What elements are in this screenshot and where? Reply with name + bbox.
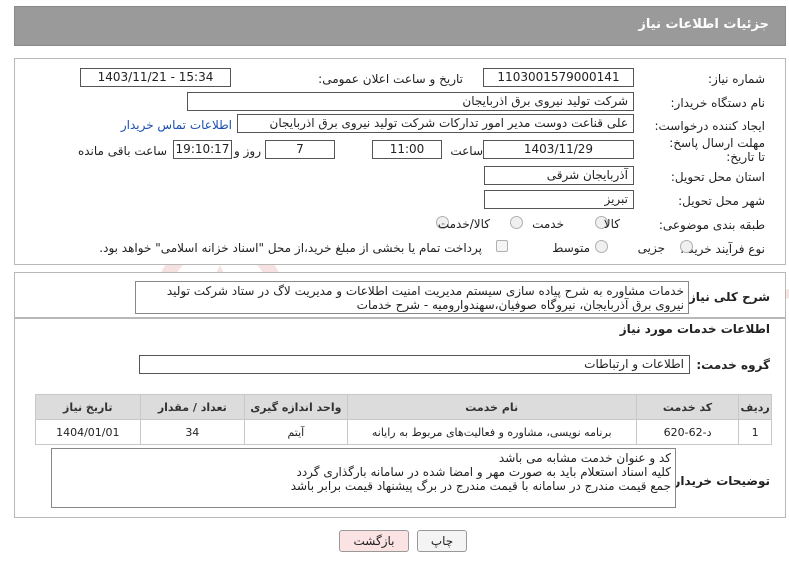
buyer-note-line-1: کد و عنوان خدمت مشابه می باشد [498, 451, 671, 465]
process-option-minor: جزیی [637, 241, 665, 255]
buyer-org-label: نام دستگاه خریدار: [670, 96, 766, 110]
table-header-row: ردیف کد خدمت نام خدمت واحد اندازه گیری ت… [35, 394, 772, 420]
col-service-code: کد خدمت [635, 394, 740, 420]
province-label: استان محل تحویل: [670, 170, 765, 184]
deadline-date-field: 1403/11/29 [483, 140, 634, 159]
table-row: 1 د-62-620 برنامه نویسی، مشاوره و فعالیت… [35, 419, 772, 445]
services-section-title: اطلاعات خدمات مورد نیاز [619, 322, 770, 336]
buyer-notes-label: توضیحات خریدار: [668, 474, 770, 488]
deadline-time-field: 11:00 [372, 140, 442, 159]
deadline-time-label: ساعت [450, 144, 483, 158]
process-option-medium: متوسط [552, 241, 590, 255]
back-button[interactable]: بازگشت [339, 530, 409, 552]
process-type-label: نوع فرآیند خرید : [680, 242, 765, 256]
buyer-org-field: شرکت تولید نیروی برق اذربایجان [187, 92, 634, 111]
col-unit: واحد اندازه گیری [244, 394, 348, 420]
days-label: روز و [234, 144, 261, 158]
need-summary-label: شرح کلی نیاز: [684, 290, 770, 304]
page-title: جزئیات اطلاعات نیاز [638, 17, 769, 32]
radio-medium[interactable] [595, 240, 608, 253]
service-group-field: اطلاعات و ارتباطات [139, 355, 690, 374]
category-option-goods: کالا [603, 217, 620, 231]
announce-datetime-field: 1403/11/21 - 15:34 [80, 68, 231, 87]
buyer-note-line-3: جمع قیمت مندرج در سامانه با قیمت مندرج د… [290, 479, 671, 493]
buyer-note-line-2: کلیه اسناد استعلام باید به صورت مهر و ام… [296, 465, 671, 479]
col-need-date: تاریخ نیاز [35, 394, 141, 420]
buyer-notes-textarea[interactable]: کد و عنوان خدمت مشابه می باشد کلیه اسناد… [51, 448, 676, 508]
treasury-payment-text: پرداخت تمام یا بخشی از مبلغ خرید،از محل … [99, 241, 482, 255]
cell-need-date: 1404/01/01 [35, 419, 141, 445]
need-number-label: شماره نیاز: [708, 72, 765, 86]
deadline-label: مهلت ارسال پاسخ: تا تاریخ: [669, 136, 765, 164]
print-button[interactable]: چاپ [417, 530, 467, 552]
creator-field: علی قناعت دوست مدیر امور تدارکات شرکت تو… [237, 114, 634, 133]
cell-service-name: برنامه نویسی، مشاوره و فعالیت‌های مربوط … [346, 419, 637, 445]
cell-quantity: 34 [139, 419, 246, 445]
service-group-label: گروه خدمت: [696, 358, 770, 372]
category-option-service: خدمت [532, 217, 564, 231]
cell-unit: آیتم [244, 419, 348, 445]
category-label: طبقه بندی موضوعی: [658, 218, 765, 232]
page-header: جزئیات اطلاعات نیاز [14, 6, 786, 46]
cell-service-code: د-62-620 [635, 419, 740, 445]
cell-row-number: 1 [738, 419, 772, 445]
col-quantity: تعداد / مقدار [139, 394, 246, 420]
services-table: ردیف کد خدمت نام خدمت واحد اندازه گیری ت… [35, 394, 772, 445]
need-number-field: 1103001579000141 [483, 68, 634, 87]
remaining-time-label: ساعت باقی مانده [77, 144, 167, 158]
category-option-goods-service: کالا/خدمت [437, 217, 490, 231]
city-field: تبریز [484, 190, 634, 209]
treasury-checkbox[interactable] [496, 240, 508, 252]
announce-datetime-label: تاریخ و ساعت اعلان عمومی: [318, 72, 463, 86]
radio-service[interactable] [510, 216, 523, 229]
col-service-name: نام خدمت [346, 394, 637, 420]
creator-label: ایجاد کننده درخواست: [654, 119, 765, 133]
city-label: شهر محل تحویل: [678, 194, 765, 208]
col-row-number: ردیف [738, 394, 772, 420]
remaining-days-field: 7 [265, 140, 335, 159]
radio-minor[interactable] [680, 240, 693, 253]
buyer-contact-link[interactable]: اطلاعات تماس خریدار [121, 118, 232, 132]
remaining-time-field: 19:10:17 [173, 140, 232, 159]
province-field: آذربایجان شرقی [484, 166, 634, 185]
need-summary-textarea[interactable]: خدمات مشاوره به شرح پیاده سازی سیستم مدی… [135, 281, 689, 314]
